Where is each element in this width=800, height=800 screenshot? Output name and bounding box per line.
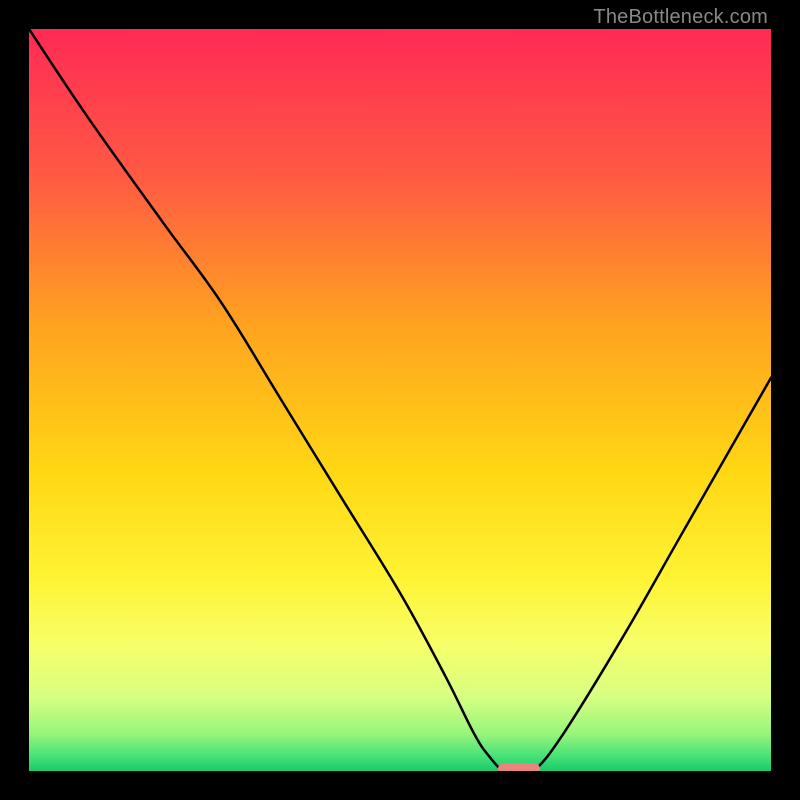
chart-gradient-background [29,29,771,771]
optimal-point-marker [498,763,540,771]
chart-frame: TheBottleneck.com [0,0,800,800]
plot-area [29,29,771,771]
watermark-text: TheBottleneck.com [593,6,768,29]
